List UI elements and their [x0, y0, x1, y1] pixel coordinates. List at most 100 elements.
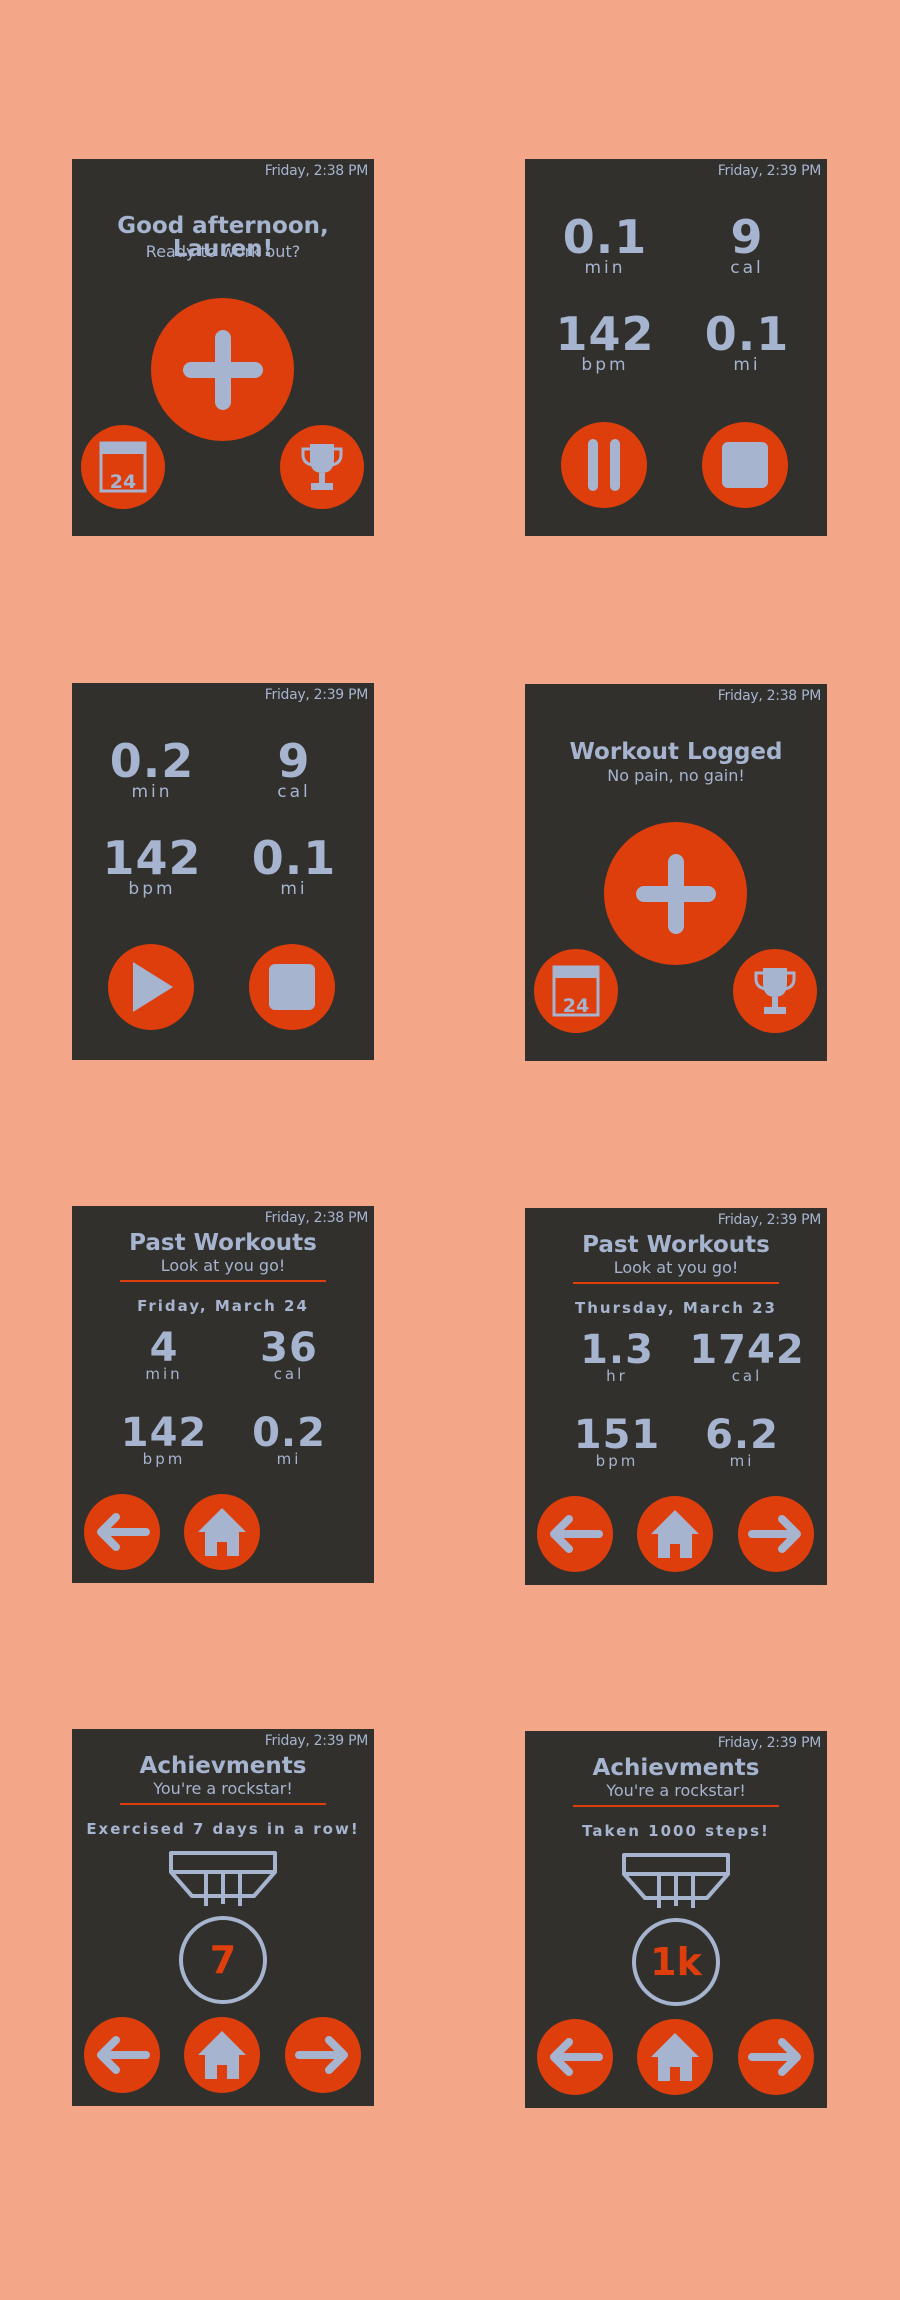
stat-unit: min: [584, 258, 626, 278]
arrow-left-icon: [550, 1515, 603, 1553]
past-workouts-screen: Friday, 2:39 PM Past Workouts Look at yo…: [525, 1208, 827, 1585]
resume-button[interactable]: [108, 944, 194, 1030]
page-title: Past Workouts: [129, 1230, 317, 1256]
stat-value: 1742: [689, 1327, 805, 1373]
home-button[interactable]: [637, 1496, 713, 1572]
start-workout-button[interactable]: [151, 298, 294, 441]
next-button[interactable]: [285, 2017, 361, 2093]
stat-heart-rate: 151 bpm: [562, 1415, 672, 1469]
arrow-left-icon: [97, 2036, 150, 2074]
greeting-subtitle: Ready to work out?: [145, 242, 301, 261]
stat-calories: 1742 cal: [687, 1330, 807, 1384]
stat-duration: 4 min: [109, 1328, 219, 1382]
stat-heart-rate: 142 bpm: [87, 835, 217, 898]
page-subtitle: Look at you go!: [613, 1258, 739, 1277]
pause-button[interactable]: [561, 422, 647, 508]
stat-value: 6.2: [705, 1412, 779, 1458]
medal-value: 7: [209, 1938, 237, 1982]
logged-subtitle: No pain, no gain!: [607, 766, 745, 785]
stat-value: 36: [260, 1325, 318, 1371]
arrow-right-icon: [748, 1515, 801, 1553]
stat-unit: mi: [280, 879, 308, 899]
workout-date: Friday, March 24: [137, 1297, 309, 1315]
stat-unit: cal: [273, 1365, 305, 1383]
home-button[interactable]: [184, 1494, 260, 1570]
clock: Friday, 2:39 PM: [717, 1212, 822, 1228]
stat-value: 9: [277, 734, 311, 788]
stat-value: 151: [573, 1412, 661, 1458]
stop-button[interactable]: [249, 944, 335, 1030]
start-workout-button[interactable]: [604, 822, 747, 965]
achievements-screen: Friday, 2:39 PM Achievments You're a roc…: [72, 1729, 374, 2106]
stat-unit: hr: [606, 1367, 628, 1385]
stop-icon: [269, 964, 315, 1010]
workout-running-screen: Friday, 2:39 PM 0.1 min 9 cal 142 bpm 0.…: [525, 159, 827, 536]
page-subtitle: Look at you go!: [160, 1256, 286, 1275]
arrow-left-icon: [97, 1513, 150, 1551]
stat-value: 4: [149, 1325, 179, 1371]
home-button[interactable]: [184, 2017, 260, 2093]
page-title: Achievments: [592, 1755, 760, 1781]
clock: Friday, 2:39 PM: [264, 1733, 369, 1749]
previous-button[interactable]: [84, 1494, 160, 1570]
divider: [573, 1282, 779, 1284]
clock: Friday, 2:39 PM: [717, 163, 822, 179]
stat-distance: 0.2 mi: [234, 1413, 344, 1467]
trophy-icon: [754, 968, 796, 1014]
stat-unit: mi: [276, 1450, 302, 1468]
stop-button[interactable]: [702, 422, 788, 508]
stat-value: 0.1: [704, 307, 790, 361]
arrow-right-icon: [748, 2038, 801, 2076]
stat-value: 0.2: [109, 734, 195, 788]
achievements-button[interactable]: [280, 425, 364, 509]
arrow-left-icon: [550, 2038, 603, 2076]
home-screen: Friday, 2:38 PM Good afternoon, Lauren! …: [72, 159, 374, 536]
play-icon: [133, 962, 173, 1012]
past-workouts-screen: Friday, 2:38 PM Past Workouts Look at yo…: [72, 1206, 374, 1583]
previous-button[interactable]: [537, 2019, 613, 2095]
stat-distance: 6.2 mi: [687, 1415, 797, 1469]
trophy-icon: [301, 444, 343, 490]
achievements-button[interactable]: [733, 949, 817, 1033]
stat-unit: min: [131, 782, 173, 802]
stat-duration: 1.3 hr: [562, 1330, 672, 1384]
achievement-text: Taken 1000 steps!: [582, 1822, 770, 1840]
home-icon: [198, 1508, 246, 1556]
clock: Friday, 2:39 PM: [717, 1735, 822, 1751]
stat-value: 0.2: [252, 1410, 326, 1456]
calendar-button[interactable]: [534, 949, 618, 1033]
stat-unit: cal: [277, 782, 311, 802]
clock: Friday, 2:38 PM: [717, 688, 822, 704]
plus-icon: [635, 853, 716, 934]
stat-calories: 9 cal: [682, 214, 812, 277]
clock: Friday, 2:38 PM: [264, 1210, 369, 1226]
clock: Friday, 2:39 PM: [264, 687, 369, 703]
previous-button[interactable]: [84, 2017, 160, 2093]
pause-icon: [588, 439, 620, 491]
page-subtitle: You're a rockstar!: [606, 1781, 746, 1800]
stat-value: 9: [730, 210, 764, 264]
workout-paused-screen: Friday, 2:39 PM 0.2 min 9 cal 142 bpm 0.…: [72, 683, 374, 1060]
stat-value: 1.3: [580, 1327, 654, 1373]
divider: [120, 1280, 326, 1282]
stat-unit: min: [145, 1365, 183, 1383]
stat-duration: 0.2 min: [87, 738, 217, 801]
clock: Friday, 2:38 PM: [264, 163, 369, 179]
next-button[interactable]: [738, 1496, 814, 1572]
divider: [120, 1803, 326, 1805]
home-icon: [651, 1510, 699, 1558]
stat-duration: 0.1 min: [540, 214, 670, 277]
stat-value: 0.1: [251, 831, 337, 885]
plus-icon: [182, 329, 263, 410]
divider: [573, 1805, 779, 1807]
stat-value: 142: [120, 1410, 208, 1456]
page-title: Past Workouts: [582, 1232, 770, 1258]
page-subtitle: You're a rockstar!: [153, 1779, 293, 1798]
stat-value: 142: [102, 831, 202, 885]
previous-button[interactable]: [537, 1496, 613, 1572]
next-button[interactable]: [738, 2019, 814, 2095]
achievement-text: Exercised 7 days in a row!: [86, 1820, 360, 1838]
calendar-button[interactable]: [81, 425, 165, 509]
home-button[interactable]: [637, 2019, 713, 2095]
stop-icon: [722, 442, 768, 488]
